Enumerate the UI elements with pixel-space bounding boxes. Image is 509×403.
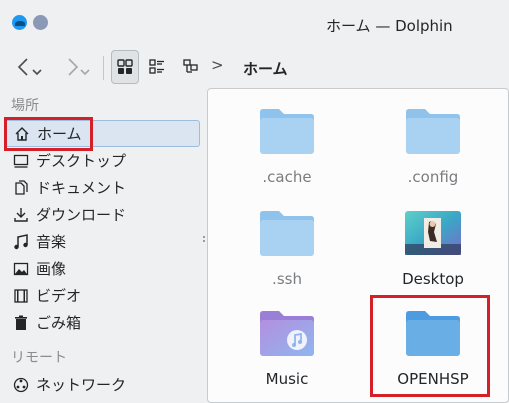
place-label: 画像 [36,260,67,278]
file-item[interactable]: OPENHSP [363,293,503,393]
music-icon [12,233,30,251]
place-label: ダウンロード [36,206,127,224]
home-icon [13,125,31,143]
music-folder-icon [260,311,314,356]
back-button[interactable] [8,50,50,84]
place-label: ホーム [37,125,82,143]
folder-icon [260,211,314,256]
tree-view-icon [183,59,198,73]
desktop-icon [12,152,30,170]
place-videos[interactable]: ビデオ [4,282,200,309]
icons-view-button[interactable] [111,50,139,84]
trash-icon [12,314,30,332]
window-menu-icon[interactable] [33,15,48,30]
place-label: ネットワーク [36,376,127,394]
place-label: ごみ箱 [36,314,82,332]
place-documents[interactable]: ドキュメント [4,174,200,201]
file-name: OPENHSP [397,370,469,388]
window-title: ホーム — Dolphin [326,17,453,35]
network-icon [12,376,30,394]
forward-button[interactable] [56,50,98,84]
dolphin-icon[interactable] [12,15,27,30]
tree-view-button[interactable] [178,50,204,84]
file-name: .cache [262,168,312,186]
place-label: ビデオ [36,287,82,305]
folder-icon [406,109,460,154]
forward-arrow-icon [68,58,90,76]
file-name: Music [265,370,309,388]
file-item[interactable]: Desktop [363,193,503,293]
place-desktop[interactable]: デスクトップ [4,147,200,174]
file-item[interactable]: .config [363,91,503,191]
places-group-label: 場所 [11,98,39,114]
folder-icon [260,109,314,154]
file-item[interactable]: .ssh [217,193,357,293]
file-item[interactable]: .cache [217,91,357,191]
back-arrow-icon [17,58,42,76]
remote-group-label: リモート [11,350,67,366]
icons-view-icon [117,59,133,74]
toolbar: > ホーム [0,48,509,86]
documents-icon [12,179,30,197]
breadcrumb[interactable]: ホーム [243,58,288,79]
place-trash[interactable]: ごみ箱 [4,309,200,336]
place-home[interactable]: ホーム [4,120,200,147]
toolbar-separator [103,56,104,80]
pictures-icon [12,260,30,278]
place-downloads[interactable]: ダウンロード [4,201,200,228]
place-label: ドキュメント [36,179,127,197]
place-label: 音楽 [36,233,67,251]
file-name: .ssh [272,270,302,288]
video-icon [12,287,30,305]
compact-view-button[interactable] [144,50,170,84]
place-network[interactable]: ネットワーク [4,371,200,398]
panel-splitter-handle[interactable] [203,236,206,242]
compact-view-icon [149,59,164,74]
title-bar: ホーム — Dolphin [0,0,509,48]
place-music[interactable]: 音楽 [4,228,200,255]
download-icon [12,206,30,224]
folder-icon [406,311,460,356]
places-panel: 場所 ホーム デスクトップ ドキュメント ダウンロード 音楽 画像 ビデオ ごみ… [0,88,203,403]
file-name: .config [407,168,459,186]
breadcrumb-separator: > [211,56,224,74]
file-view[interactable]: .cache .config .ssh Desktop Music OPENHS… [207,88,509,403]
desktop-folder-thumbnail [405,211,461,255]
place-pictures[interactable]: 画像 [4,255,200,282]
file-item[interactable]: Music [217,293,357,393]
file-name: Desktop [402,270,464,288]
place-label: デスクトップ [36,152,127,170]
